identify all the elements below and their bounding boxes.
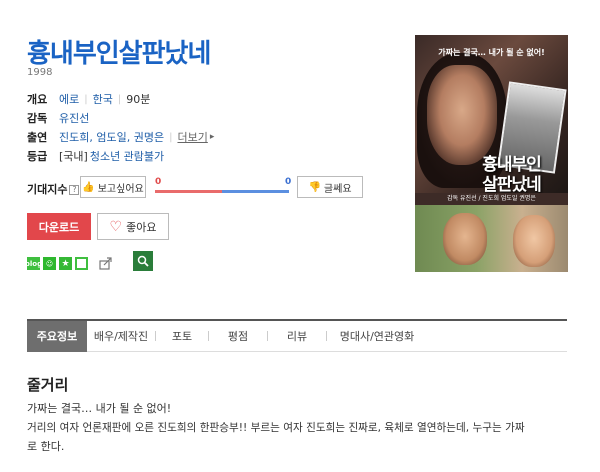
thumbs-up-icon: 👍 (82, 181, 95, 193)
tab-review[interactable]: 리뷰 (268, 321, 326, 352)
tab-photo[interactable]: 포토 (156, 321, 208, 352)
expectation-label: 기대지수? (27, 181, 80, 197)
chevron-right-icon: ▸ (209, 132, 215, 142)
director-label: 감독 (27, 112, 48, 125)
like-button[interactable]: ♡ 좋아요 (97, 213, 169, 240)
movie-title: 흉내부인살판났네 (27, 39, 211, 69)
cast-link[interactable]: 진도희, 엄도일, 권명은 (59, 129, 164, 145)
tab-quotes-related[interactable]: 명대사/연관영화 (327, 321, 427, 352)
note-share-icon[interactable] (75, 257, 88, 270)
thumbs-down-icon: 👎 (308, 181, 321, 193)
download-button[interactable]: 다운로드 (27, 213, 91, 240)
poster-title: 흉내부인 살판났네 (482, 155, 542, 195)
share-row: blog ☺ ★ (25, 257, 113, 270)
no-bar (222, 190, 289, 193)
cast-row: 출연 진도희, 엄도일, 권명은 | 더보기 ▸ (27, 129, 215, 145)
bookmark-star-icon[interactable]: ★ (59, 257, 72, 270)
more-cast-link[interactable]: 더보기 (177, 129, 207, 145)
heart-icon: ♡ (109, 218, 123, 235)
movie-poster[interactable]: 가짜는 결국… 내가 될 순 없어! 흉내부인 살판났네 감독 유진선 / 진도희… (415, 35, 568, 272)
tab-main-info[interactable]: 주요정보 (27, 320, 87, 352)
movie-year: 1998 (27, 67, 53, 78)
runtime: 90분 (126, 93, 151, 106)
genre-link[interactable]: 에로 (59, 91, 79, 107)
tab-cast-crew[interactable]: 배우/제작진 (87, 321, 155, 352)
rating-value: 청소년 관람불가 (89, 150, 165, 163)
cafe-share-icon[interactable]: ☺ (43, 257, 56, 270)
rating-row: 등급 [국내] 청소년 관람불가 (27, 148, 164, 164)
help-icon[interactable]: ? (69, 185, 80, 195)
want-count: 0 (155, 177, 162, 187)
synopsis-line-2: 거리의 여자 언론재판에 오른 진도희의 한판승부!! 부르는 여자 진도희는 … (27, 422, 525, 434)
cast-label: 출연 (27, 131, 48, 144)
no-count: 0 (285, 177, 292, 187)
not-sure-button[interactable]: 👎 글쎄요 (297, 176, 363, 198)
director-link[interactable]: 유진선 (59, 110, 89, 126)
rating-prefix: [국내] (59, 150, 88, 163)
synopsis-line-3: 로 한다. (27, 440, 65, 453)
want-bar (155, 190, 222, 193)
director-row: 감독 유진선 (27, 110, 89, 126)
poster-tagline: 가짜는 결국… 내가 될 순 없어! (438, 48, 545, 57)
share-icon[interactable] (99, 257, 113, 270)
zoom-icon[interactable] (133, 251, 153, 271)
rating-label: 등급 (27, 150, 48, 163)
tab-rating[interactable]: 평점 (209, 321, 267, 352)
poster-credit: 감독 유진선 / 진도희 엄도일 권명은 (415, 193, 568, 205)
synopsis-line-1: 가짜는 결국… 내가 될 순 없어! (27, 402, 172, 415)
overview-label: 개요 (27, 93, 48, 106)
overview-row: 개요 에로 | 한국 | 90분 (27, 91, 151, 107)
detail-tabs: 주요정보 배우/제작진 포토 평점 리뷰 명대사/연관영화 (27, 319, 567, 352)
country-link[interactable]: 한국 (93, 91, 113, 107)
want-to-see-button[interactable]: 👍 보고싶어요 (80, 176, 146, 198)
synopsis-heading: 줄거리 (27, 376, 69, 394)
blog-share-icon[interactable]: blog (25, 257, 42, 270)
